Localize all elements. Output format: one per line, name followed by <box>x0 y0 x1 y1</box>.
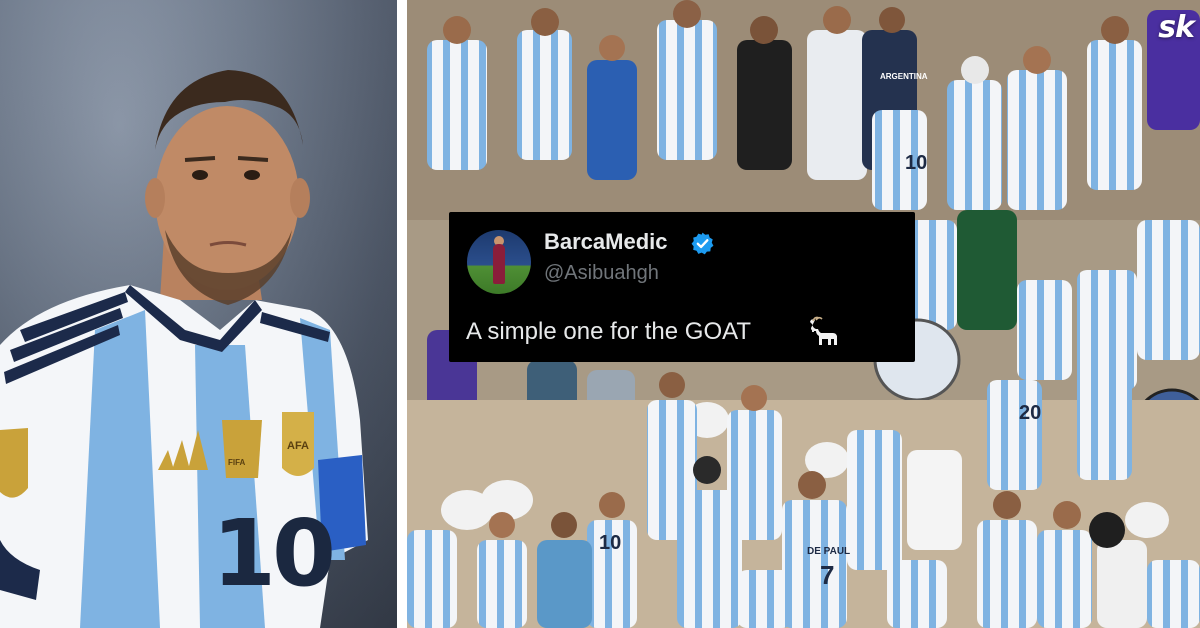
jersey-text-argentina: ARGENTINA <box>880 72 928 81</box>
image-divider <box>397 0 407 628</box>
brand-logo[interactable]: sk <box>1158 10 1195 45</box>
jersey-name-de-paul: DE PAUL <box>807 546 851 557</box>
tweet-card[interactable]: BarcaMedic @Asibuahgh A simple one for t… <box>449 212 915 362</box>
avatar-figure-body <box>493 244 505 284</box>
fifa-badge-text: FIFA <box>228 458 246 467</box>
tweet-handle[interactable]: @Asibuahgh <box>544 262 659 285</box>
shirt-number: 10 <box>212 500 336 607</box>
jersey-number-1: 10 <box>905 152 928 174</box>
jersey-number-4: 20 <box>1019 402 1042 424</box>
verified-badge-icon <box>691 232 714 255</box>
tweet-text: A simple one for the GOAT <box>466 318 752 345</box>
player-photo: 10 FIFA AFA <box>0 0 397 628</box>
player-illustration <box>0 70 368 628</box>
tweet-display-name[interactable]: BarcaMedic <box>544 229 668 255</box>
jersey-number-2: 7 <box>820 560 835 590</box>
jersey-number-3: 10 <box>599 532 622 554</box>
avatar[interactable] <box>467 230 531 294</box>
afa-crest-text: AFA <box>287 440 309 452</box>
goat-icon <box>810 316 837 345</box>
